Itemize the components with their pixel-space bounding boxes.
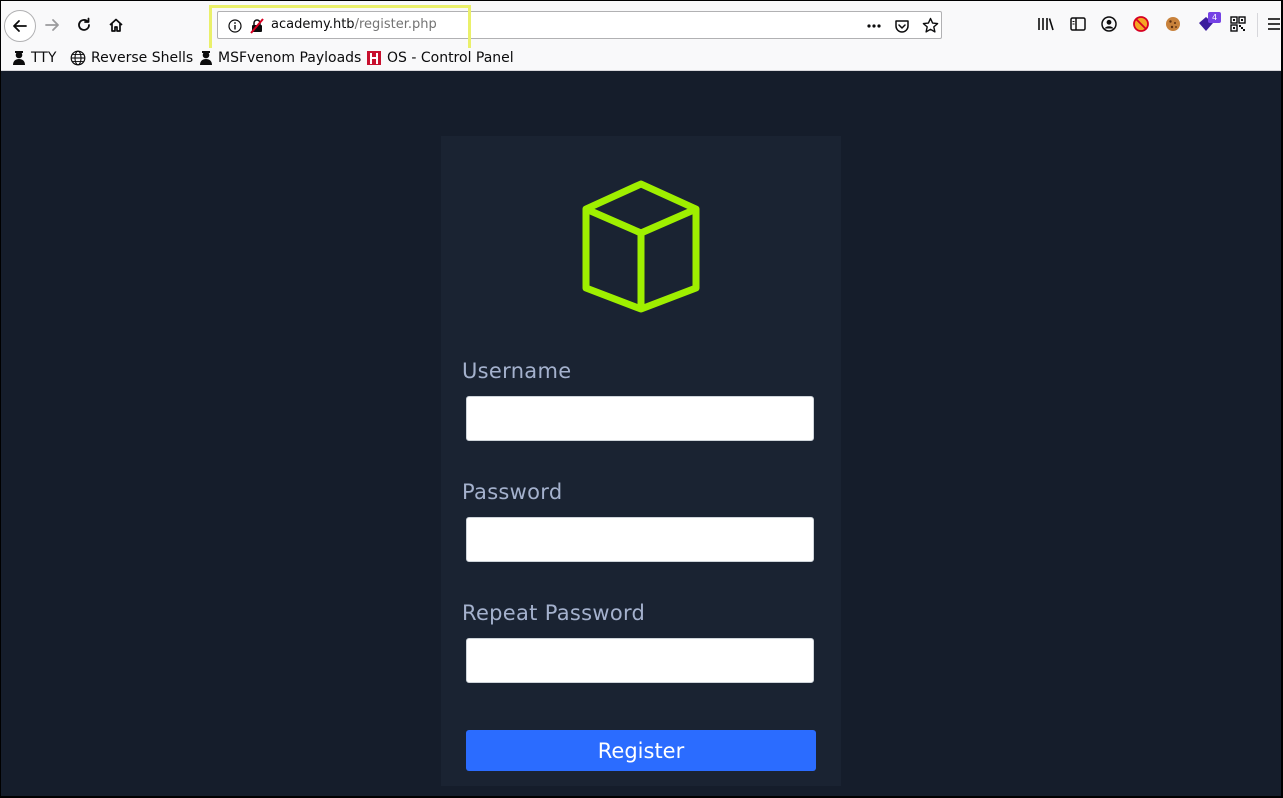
sidebar-icon[interactable]: [1069, 15, 1087, 33]
more-dots-icon[interactable]: [866, 18, 882, 37]
bookmark-label: Reverse Shells: [91, 50, 194, 66]
bookmark-label: TTY: [31, 50, 57, 66]
qr-code-icon[interactable]: [1229, 15, 1247, 33]
back-button[interactable]: [4, 10, 36, 42]
cube-logo-icon: [582, 180, 700, 313]
browser-toolbar: academy.htb/register.php 4: [1, 1, 1281, 51]
bookmark-msfvenom-payloads[interactable]: MSFvenom Payloads: [199, 48, 361, 68]
library-icon[interactable]: [1037, 15, 1055, 33]
username-input[interactable]: [466, 396, 814, 441]
bookmark-label: MSFvenom Payloads: [218, 50, 362, 66]
blocker-icon[interactable]: [1132, 15, 1150, 33]
repeat-password-input[interactable]: [466, 638, 814, 683]
register-card: Username Password Repeat Password Regist…: [441, 136, 841, 786]
star-icon[interactable]: [922, 17, 939, 38]
home-button[interactable]: [101, 10, 131, 40]
control-panel-icon: [367, 51, 381, 65]
account-icon[interactable]: [1100, 15, 1118, 33]
reload-button[interactable]: [69, 10, 99, 40]
screenshot-frame: academy.htb/register.php 4 TTY Reverse S…: [1, 1, 1281, 796]
back-arrow-icon: [13, 20, 27, 32]
bookmark-label: OS - Control Panel: [387, 50, 514, 66]
home-icon: [109, 18, 123, 32]
password-input[interactable]: [466, 517, 814, 562]
toolbar-separator: [1257, 13, 1258, 37]
bookmark-tty[interactable]: TTY: [12, 48, 56, 68]
cookie-icon[interactable]: [1164, 15, 1182, 33]
menu-icon[interactable]: [1267, 17, 1281, 31]
username-label: Username: [462, 359, 572, 383]
repeat-password-label: Repeat Password: [462, 601, 646, 625]
register-button[interactable]: Register: [466, 730, 816, 771]
url-highlight-box: [209, 5, 471, 51]
password-label: Password: [462, 480, 563, 504]
hacker-icon: [13, 51, 25, 65]
globe-icon: [70, 50, 86, 66]
bookmark-os-control-panel[interactable]: OS - Control Panel: [366, 48, 514, 68]
forward-arrow-icon: [45, 19, 59, 31]
hacker-icon: [200, 51, 212, 65]
bookmark-reverse-shells[interactable]: Reverse Shells: [70, 48, 193, 68]
forward-button[interactable]: [37, 10, 67, 40]
reload-icon: [78, 17, 90, 31]
pocket-icon[interactable]: [894, 18, 910, 38]
extension-badge: 4: [1208, 12, 1221, 23]
